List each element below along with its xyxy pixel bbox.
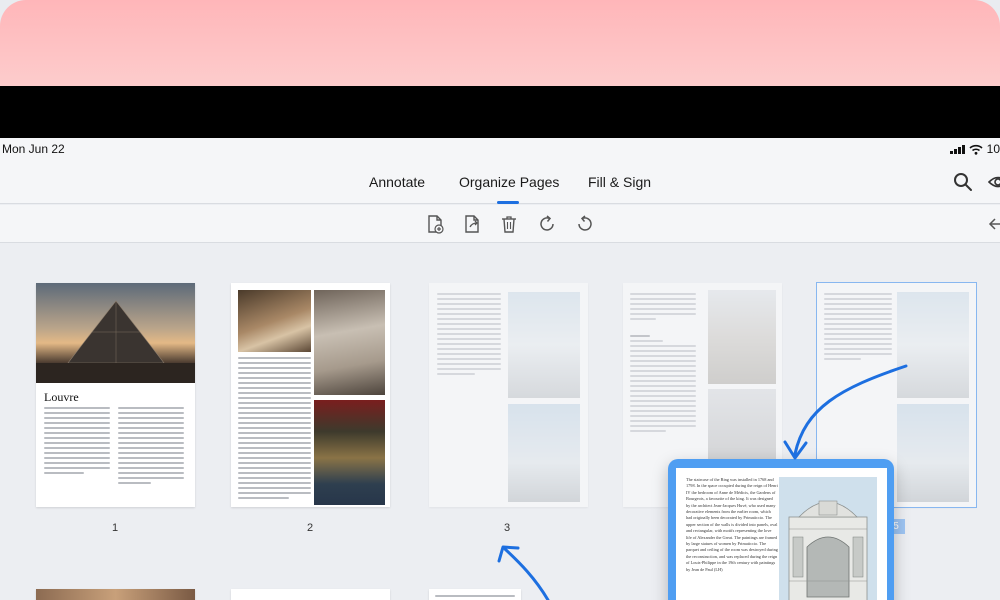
promo-banner bbox=[0, 0, 1000, 86]
rotate-right-icon[interactable] bbox=[537, 214, 557, 234]
extract-page-icon[interactable] bbox=[462, 214, 482, 234]
status-indicators: 10 bbox=[949, 142, 1000, 156]
status-time: Mon Jun 22 bbox=[2, 142, 65, 156]
search-icon[interactable] bbox=[953, 172, 973, 192]
page-number: 3 bbox=[503, 522, 511, 534]
active-tab-indicator bbox=[497, 201, 519, 204]
page-thumbnail-7[interactable] bbox=[231, 589, 390, 600]
page-thumbnail-1[interactable]: Louvre bbox=[36, 283, 195, 507]
text-column bbox=[630, 293, 696, 323]
app-screen: Mon Jun 22 10 Annotate Organize Pages Fi… bbox=[0, 138, 1000, 600]
text-column bbox=[630, 335, 696, 435]
delete-page-icon[interactable] bbox=[499, 214, 519, 234]
building-photo bbox=[508, 292, 580, 398]
painting-photo bbox=[314, 400, 385, 505]
text-column bbox=[437, 293, 501, 378]
page-thumbnail-6[interactable] bbox=[36, 589, 195, 600]
page-number: 1 bbox=[111, 522, 119, 534]
page-number: 2 bbox=[306, 522, 314, 534]
eye-icon[interactable] bbox=[988, 173, 1000, 191]
page-thumbnail-8[interactable] bbox=[429, 589, 521, 600]
building-photo bbox=[779, 477, 877, 600]
insert-page-icon[interactable] bbox=[425, 214, 445, 234]
rotate-left-icon[interactable] bbox=[575, 214, 595, 234]
wifi-icon bbox=[969, 144, 983, 155]
nav-bar: Annotate Organize Pages Fill & Sign bbox=[0, 160, 1000, 204]
battery-level: 10 bbox=[986, 142, 1000, 156]
columns-photo bbox=[708, 290, 776, 384]
device-bezel bbox=[0, 86, 1000, 138]
text-column bbox=[435, 595, 515, 600]
page-heading: Louvre bbox=[44, 390, 79, 404]
page-thumbnail-2[interactable] bbox=[231, 283, 390, 507]
text-column bbox=[118, 407, 184, 487]
winged-victory-photo bbox=[314, 290, 385, 395]
text-column bbox=[238, 357, 311, 502]
dragged-page: The staircase of the Ring was installed … bbox=[676, 468, 887, 600]
status-bar: Mon Jun 22 10 bbox=[0, 138, 1000, 160]
tab-organize-pages[interactable]: Organize Pages bbox=[459, 174, 559, 190]
signal-icon bbox=[949, 144, 965, 154]
sculpture-photo bbox=[238, 290, 311, 352]
tab-fill-sign[interactable]: Fill & Sign bbox=[588, 174, 651, 190]
tab-annotate[interactable]: Annotate bbox=[369, 174, 425, 190]
back-arrow-icon[interactable] bbox=[988, 214, 1000, 234]
dragged-page-text: The staircase of the Ring was installed … bbox=[686, 477, 778, 572]
dragged-page-preview[interactable]: The staircase of the Ring was installed … bbox=[668, 459, 894, 600]
text-column bbox=[44, 407, 110, 477]
louvre-pyramid-photo bbox=[36, 283, 195, 383]
building-photo bbox=[508, 404, 580, 502]
page-thumbnail-3[interactable] bbox=[429, 283, 588, 507]
organize-toolbar bbox=[0, 205, 1000, 243]
